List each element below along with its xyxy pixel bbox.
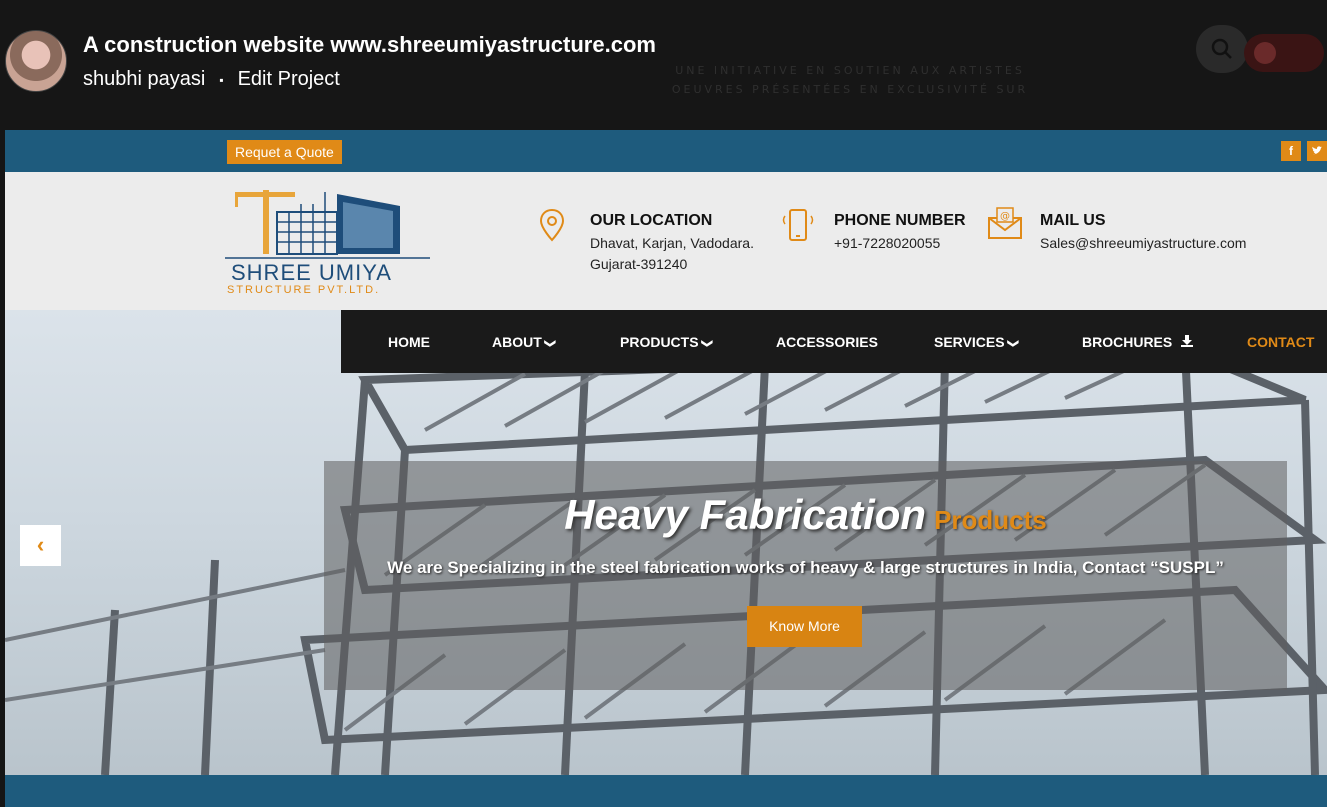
location-line-2: Gujarat-391240: [590, 256, 688, 272]
chevron-down-icon: ❯: [1006, 338, 1019, 349]
nav-brochures-label: BROCHURES: [1082, 334, 1173, 350]
chevron-down-icon: ❯: [700, 338, 713, 349]
background-text-line: OEUVRES PRÉSENTÉES EN EXCLUSIVITÉ SUR: [671, 83, 1029, 96]
hero-subtext: We are Specializing in the steel fabrica…: [387, 558, 1224, 577]
nav-about-label: ABOUT: [492, 334, 542, 350]
bottom-bar: [5, 775, 1327, 807]
mail-value[interactable]: Sales@shreeumiyastructure.com: [1040, 235, 1246, 251]
hero-slider: HOME ABOUT ❯ PRODUCTS ❯ ACCESSORIES SERVIC…: [5, 310, 1327, 775]
mail-title: MAIL US: [1040, 212, 1106, 229]
location-title: OUR LOCATION: [590, 212, 713, 229]
nav-contact-label: CONTACT: [1247, 334, 1315, 350]
svg-text:@: @: [1000, 211, 1010, 222]
nav-products[interactable]: PRODUCTS ❯: [620, 334, 713, 350]
location-line-1: Dhavat, Karjan, Vadodara.: [590, 235, 754, 251]
logo-subtitle: STRUCTURE PVT.LTD.: [227, 284, 381, 296]
nav-products-label: PRODUCTS: [620, 334, 699, 350]
location-pin-icon: [539, 208, 565, 242]
page: UNE INITIATIVE EN SOUTIEN AUX ARTISTES O…: [0, 0, 1327, 807]
edit-project-link[interactable]: Edit Project: [238, 68, 340, 91]
phone-title: PHONE NUMBER: [834, 212, 966, 229]
facebook-icon[interactable]: f: [1281, 141, 1301, 161]
phone-icon: [782, 209, 814, 241]
mail-icon: @: [988, 207, 1022, 239]
info-bar: SHREE UMIYA STRUCTURE PVT.LTD. OUR LOCAT…: [5, 172, 1327, 310]
hero-heading: Heavy Fabrication Products: [324, 491, 1287, 539]
chevron-down-icon: ❯: [543, 338, 556, 349]
hero-heading-main: Heavy Fabrication: [564, 491, 927, 538]
user-menu-button[interactable]: [1244, 34, 1324, 72]
top-bar: Requet a Quote f: [5, 130, 1327, 172]
hero-heading-accent: Products: [934, 505, 1047, 535]
phone-value[interactable]: +91-7228020055: [834, 235, 940, 251]
user-icon: [1254, 42, 1276, 64]
author-name-link[interactable]: shubhi payasi: [83, 68, 205, 91]
nav-accessories[interactable]: ACCESSORIES: [776, 334, 878, 350]
project-overlay-header: UNE INITIATIVE EN SOUTIEN AUX ARTISTES O…: [0, 0, 1327, 130]
logo-name: SHREE UMIYA: [231, 260, 392, 285]
twitter-icon[interactable]: [1307, 141, 1327, 161]
download-icon: [1181, 335, 1194, 347]
website-preview: Requet a Quote f SHREE UMIYA STRUCTURE P…: [5, 130, 1327, 807]
nav-brochures[interactable]: BROCHURES: [1082, 334, 1194, 350]
author-line: shubhi payasi ▪ Edit Project: [83, 68, 340, 91]
project-title: A construction website www.shreeumiyastr…: [83, 32, 656, 57]
know-more-button[interactable]: Know More: [747, 606, 862, 647]
slider-prev-button[interactable]: ‹: [20, 525, 61, 566]
request-quote-button[interactable]: Requet a Quote: [227, 140, 342, 164]
nav-services-label: SERVICES: [934, 334, 1005, 350]
separator-dot: ▪: [219, 72, 224, 87]
nav-contact[interactable]: CONTACT: [1247, 334, 1314, 350]
main-navigation: HOME ABOUT ❯ PRODUCTS ❯ ACCESSORIES SERVIC…: [341, 310, 1327, 373]
nav-accessories-label: ACCESSORIES: [776, 334, 878, 350]
nav-home-label: HOME: [388, 334, 430, 350]
nav-about[interactable]: ABOUT ❯: [492, 334, 556, 350]
hero-caption: Heavy Fabrication Products We are Special…: [324, 461, 1287, 690]
search-button[interactable]: [1196, 25, 1248, 73]
search-icon: [1211, 38, 1232, 59]
author-avatar[interactable]: [5, 30, 67, 92]
nav-home[interactable]: HOME: [388, 334, 430, 350]
background-text-line: UNE INITIATIVE EN SOUTIEN AUX ARTISTES: [675, 64, 1025, 77]
nav-services[interactable]: SERVICES ❯: [934, 334, 1019, 350]
